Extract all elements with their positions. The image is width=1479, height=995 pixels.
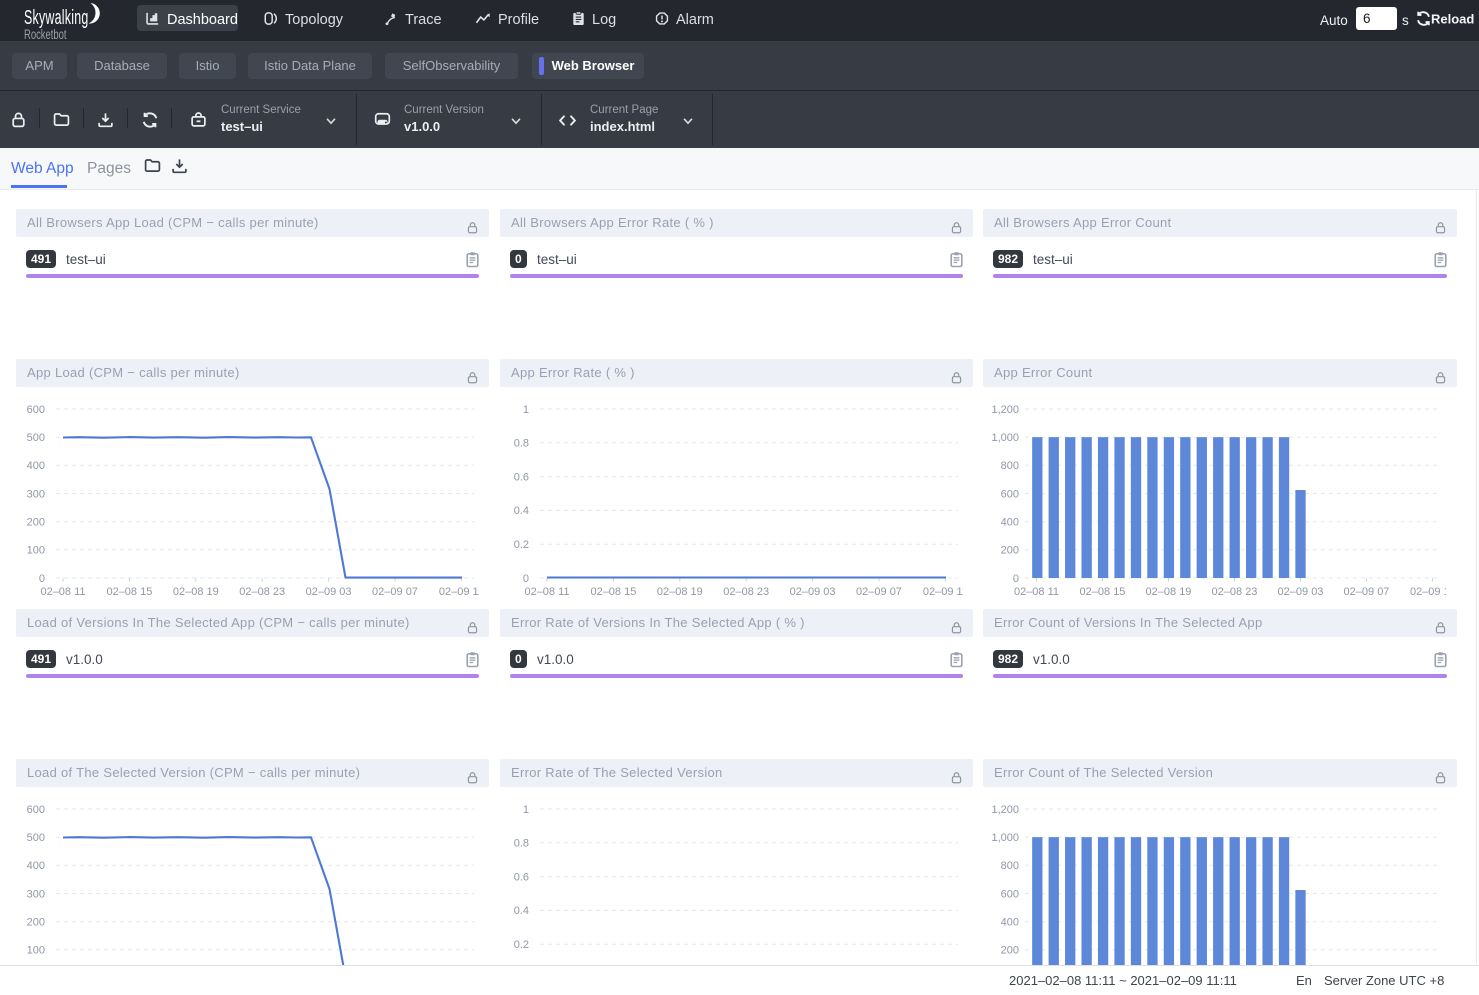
svg-text:02–08 23: 02–08 23 [1212, 586, 1258, 598]
svg-text:02–09 07: 02–09 07 [1344, 586, 1390, 598]
svg-text:02–08 11: 02–08 11 [1014, 586, 1059, 598]
svg-text:02–08 19: 02–08 19 [657, 586, 703, 598]
svg-text:0: 0 [1013, 573, 1019, 585]
svg-text:200: 200 [27, 517, 45, 529]
svg-text:200: 200 [27, 917, 45, 929]
svg-text:1: 1 [523, 804, 529, 816]
svg-text:600: 600 [27, 404, 45, 416]
svg-text:02–08 23: 02–08 23 [723, 586, 769, 598]
svg-text:300: 300 [27, 888, 45, 900]
svg-text:600: 600 [27, 804, 45, 816]
svg-text:0.4: 0.4 [514, 905, 529, 917]
svg-text:100: 100 [27, 945, 45, 957]
svg-text:02–09 11: 02–09 11 [923, 586, 968, 598]
svg-text:0.6: 0.6 [514, 871, 529, 883]
svg-text:0.6: 0.6 [514, 471, 529, 483]
svg-text:02–08 19: 02–08 19 [173, 586, 219, 598]
svg-text:0.2: 0.2 [514, 939, 529, 951]
svg-text:1,000: 1,000 [991, 432, 1019, 444]
svg-text:600: 600 [1001, 488, 1019, 500]
svg-text:02–09 03: 02–09 03 [306, 586, 352, 598]
svg-text:02–08 15: 02–08 15 [106, 586, 152, 598]
svg-text:0.4: 0.4 [514, 505, 529, 517]
svg-text:02–08 11: 02–08 11 [40, 586, 85, 598]
svg-text:02–09 11: 02–09 11 [1410, 586, 1455, 598]
svg-text:02–08 15: 02–08 15 [1080, 586, 1126, 598]
svg-text:500: 500 [27, 832, 45, 844]
svg-text:500: 500 [27, 432, 45, 444]
svg-text:200: 200 [1001, 545, 1019, 557]
svg-text:400: 400 [1001, 917, 1019, 929]
svg-text:02–09 03: 02–09 03 [790, 586, 836, 598]
svg-text:0: 0 [523, 573, 529, 585]
svg-text:100: 100 [27, 545, 45, 557]
svg-text:300: 300 [27, 488, 45, 500]
svg-text:1,000: 1,000 [991, 832, 1019, 844]
svg-text:1,200: 1,200 [991, 404, 1019, 416]
svg-text:02–08 19: 02–08 19 [1146, 586, 1192, 598]
svg-text:0.8: 0.8 [514, 838, 529, 850]
svg-text:02–08 11: 02–08 11 [524, 586, 569, 598]
svg-text:800: 800 [1001, 860, 1019, 872]
svg-text:02–08 15: 02–08 15 [590, 586, 636, 598]
svg-text:02–09 11: 02–09 11 [439, 586, 484, 598]
svg-text:400: 400 [27, 860, 45, 872]
svg-text:0: 0 [39, 573, 45, 585]
svg-text:0.8: 0.8 [514, 438, 529, 450]
svg-text:02–09 07: 02–09 07 [372, 586, 418, 598]
svg-text:200: 200 [1001, 945, 1019, 957]
svg-text:02–08 23: 02–08 23 [239, 586, 285, 598]
svg-text:600: 600 [1001, 888, 1019, 900]
svg-text:400: 400 [27, 460, 45, 472]
svg-text:02–09 03: 02–09 03 [1278, 586, 1324, 598]
svg-text:800: 800 [1001, 460, 1019, 472]
svg-text:02–09 07: 02–09 07 [856, 586, 902, 598]
svg-text:1,200: 1,200 [991, 804, 1019, 816]
svg-text:1: 1 [523, 404, 529, 416]
svg-text:400: 400 [1001, 517, 1019, 529]
svg-text:0.2: 0.2 [514, 539, 529, 551]
